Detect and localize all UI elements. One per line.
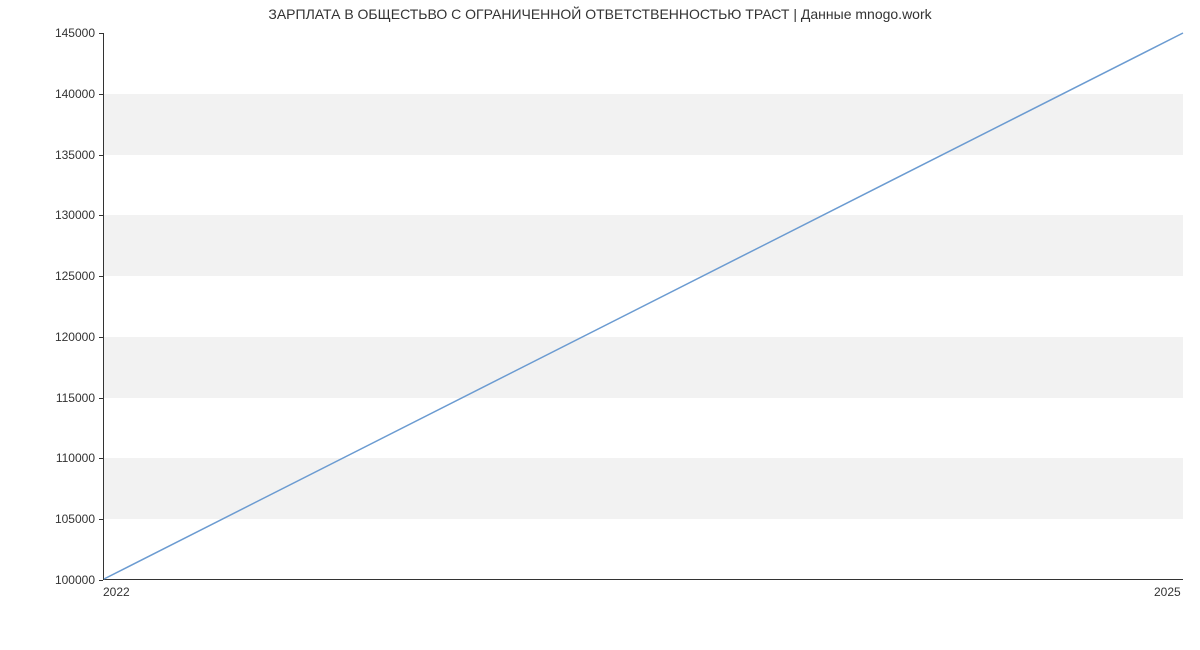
chart-title: ЗАРПЛАТА В ОБЩЕСТЬВО С ОГРАНИЧЕННОЙ ОТВЕ… — [0, 6, 1200, 22]
y-tick-mark — [99, 580, 103, 581]
series-line — [104, 33, 1183, 579]
x-tick-label: 2025 — [1154, 585, 1181, 599]
plot-area — [103, 33, 1183, 580]
y-tick-label: 115000 — [35, 391, 95, 405]
y-tick-label: 140000 — [35, 87, 95, 101]
y-tick-label: 100000 — [35, 573, 95, 587]
y-tick-label: 145000 — [35, 26, 95, 40]
y-tick-label: 125000 — [35, 269, 95, 283]
y-tick-label: 130000 — [35, 208, 95, 222]
y-tick-label: 120000 — [35, 330, 95, 344]
y-tick-label: 135000 — [35, 148, 95, 162]
y-tick-label: 110000 — [35, 451, 95, 465]
y-tick-label: 105000 — [35, 512, 95, 526]
line-layer — [104, 33, 1183, 579]
salary-chart: ЗАРПЛАТА В ОБЩЕСТЬВО С ОГРАНИЧЕННОЙ ОТВЕ… — [0, 0, 1200, 650]
x-tick-label: 2022 — [103, 585, 130, 599]
